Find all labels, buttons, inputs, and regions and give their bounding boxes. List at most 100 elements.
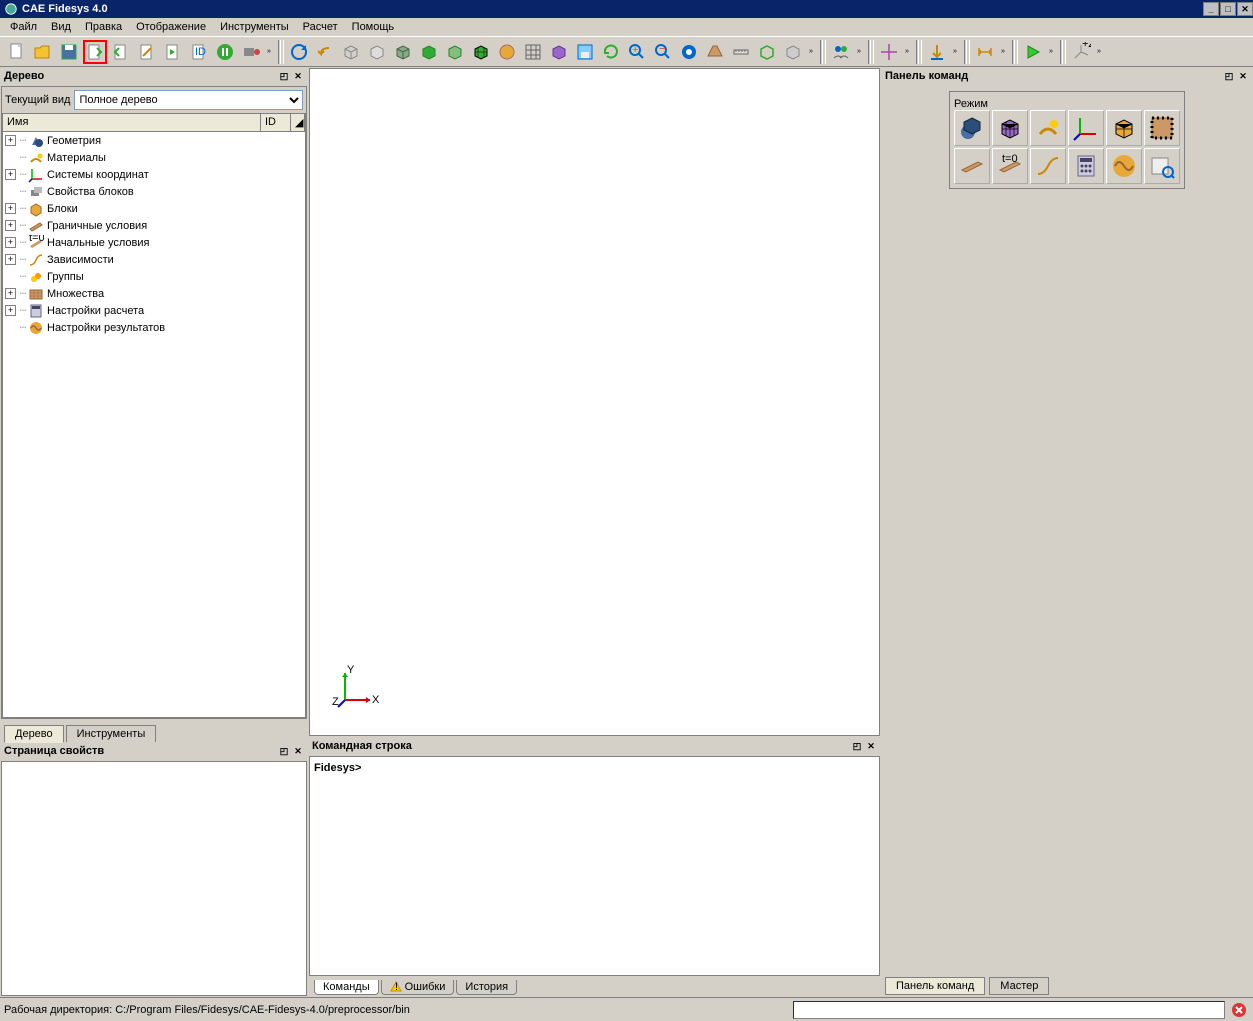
mode-blocks-button[interactable] — [1106, 110, 1142, 146]
cmdtab-errors[interactable]: !Ошибки — [381, 980, 455, 995]
mode-dependency-button[interactable] — [1030, 148, 1066, 184]
record-button[interactable] — [239, 40, 263, 64]
tree-item[interactable]: ┈Группы — [3, 268, 305, 285]
menu-display[interactable]: Отображение — [130, 20, 212, 34]
3d-viewport[interactable]: X Y Z — [309, 68, 880, 736]
menu-file[interactable]: Файл — [4, 20, 43, 34]
tree-filter-select[interactable]: Полное дерево — [74, 90, 303, 110]
tree-item[interactable]: +┈Геометрия — [3, 132, 305, 149]
mesh-green-button[interactable] — [469, 40, 493, 64]
cmdtab-history[interactable]: История — [456, 980, 517, 995]
run-button[interactable] — [1021, 40, 1045, 64]
zoom-in-button[interactable]: + — [625, 40, 649, 64]
expand-icon[interactable]: + — [5, 220, 16, 231]
tree-item[interactable]: ┈Настройки результатов — [3, 319, 305, 336]
cmdline-close-button[interactable]: ✕ — [865, 740, 877, 752]
zoom-out-button[interactable]: − — [651, 40, 675, 64]
refresh-button[interactable] — [599, 40, 623, 64]
tree-item[interactable]: +┈Блоки — [3, 200, 305, 217]
cmdpanel-undock-button[interactable]: ◰ — [1223, 70, 1235, 82]
run-script-button[interactable] — [161, 40, 185, 64]
tree-item[interactable]: ┈Материалы — [3, 149, 305, 166]
toolbar-overflow-4[interactable]: » — [902, 40, 912, 64]
import-button[interactable] — [83, 40, 107, 64]
expand-icon[interactable]: + — [5, 169, 16, 180]
mode-time-button[interactable]: t=0 — [992, 148, 1028, 184]
mode-results-button[interactable] — [1144, 148, 1180, 184]
tree-col-sort[interactable]: ◢ — [291, 114, 305, 131]
cmdline-undock-button[interactable]: ◰ — [851, 740, 863, 752]
new-file-button[interactable] — [5, 40, 29, 64]
mode-materials-button[interactable] — [1030, 110, 1066, 146]
rtab-wizard[interactable]: Мастер — [989, 977, 1049, 995]
rotate-button[interactable] — [287, 40, 311, 64]
users-button[interactable] — [829, 40, 853, 64]
mode-bc-button[interactable] — [1144, 110, 1180, 146]
mode-mesh-button[interactable] — [992, 110, 1028, 146]
toolbar-overflow-6[interactable]: » — [998, 40, 1008, 64]
ruler-button[interactable] — [729, 40, 753, 64]
mode-coords-button[interactable] — [1068, 110, 1104, 146]
toolbar-overflow-7[interactable]: » — [1046, 40, 1056, 64]
menu-calc[interactable]: Расчет — [297, 20, 344, 34]
green-wire-button[interactable] — [755, 40, 779, 64]
tree-col-name[interactable]: Имя — [3, 114, 261, 131]
cmdtab-commands[interactable]: Команды — [314, 980, 379, 995]
pause-button[interactable] — [213, 40, 237, 64]
open-file-button[interactable] — [31, 40, 55, 64]
save-button[interactable] — [57, 40, 81, 64]
tab-tree[interactable]: Дерево — [4, 725, 64, 743]
maximize-button[interactable]: □ — [1220, 2, 1236, 16]
tree-body[interactable]: +┈Геометрия┈Материалы+┈Системы координат… — [2, 132, 306, 718]
tab-tools[interactable]: Инструменты — [66, 725, 157, 742]
sphere-button[interactable] — [495, 40, 519, 64]
id-button[interactable]: ID — [187, 40, 211, 64]
tree-item[interactable]: +┈Зависимости — [3, 251, 305, 268]
dimension-button[interactable] — [973, 40, 997, 64]
cmdpanel-close-button[interactable]: ✕ — [1237, 70, 1249, 82]
menu-view[interactable]: Вид — [45, 20, 77, 34]
props-undock-button[interactable]: ◰ — [278, 745, 290, 757]
clip-button[interactable] — [573, 40, 597, 64]
export-button[interactable] — [109, 40, 133, 64]
toolbar-overflow-5[interactable]: » — [950, 40, 960, 64]
expand-icon[interactable]: + — [5, 288, 16, 299]
status-input[interactable] — [793, 1001, 1225, 1019]
crosshair-button[interactable] — [877, 40, 901, 64]
edit-script-button[interactable] — [135, 40, 159, 64]
expand-icon[interactable]: + — [5, 135, 16, 146]
solid-green-button[interactable] — [417, 40, 441, 64]
mode-ic-button[interactable] — [954, 148, 990, 184]
tree-item[interactable]: +┈Системы координат — [3, 166, 305, 183]
tree-item[interactable]: +┈Множества — [3, 285, 305, 302]
undo-button[interactable] — [313, 40, 337, 64]
toolbar-overflow-8[interactable]: » — [1094, 40, 1104, 64]
status-stop-button[interactable] — [1229, 1001, 1249, 1019]
tree-item[interactable]: +┈Настройки расчета — [3, 302, 305, 319]
shaded-button[interactable] — [391, 40, 415, 64]
tree-col-id[interactable]: ID — [261, 114, 291, 131]
minimize-button[interactable]: _ — [1203, 2, 1219, 16]
expand-icon[interactable]: + — [5, 254, 16, 265]
axes-z-button[interactable]: +Z — [1069, 40, 1093, 64]
menu-edit[interactable]: Правка — [79, 20, 128, 34]
gray-cube-button[interactable] — [781, 40, 805, 64]
mode-geometry-button[interactable] — [954, 110, 990, 146]
zoom-fit-button[interactable] — [677, 40, 701, 64]
tree-item[interactable]: +┈t=0Начальные условия — [3, 234, 305, 251]
tree-close-button[interactable]: ✕ — [292, 70, 304, 82]
perspective-button[interactable] — [703, 40, 727, 64]
transparent-button[interactable] — [443, 40, 467, 64]
menu-tools[interactable]: Инструменты — [214, 20, 295, 34]
expand-icon[interactable]: + — [5, 305, 16, 316]
purple-cube-button[interactable] — [547, 40, 571, 64]
menu-help[interactable]: Помощь — [346, 20, 401, 34]
toolbar-overflow-1[interactable]: » — [264, 40, 274, 64]
mode-calc-settings-button[interactable] — [1068, 148, 1104, 184]
close-button[interactable]: ✕ — [1237, 2, 1253, 16]
tree-item[interactable]: +┈Граничные условия — [3, 217, 305, 234]
mode-wave-button[interactable] — [1106, 148, 1142, 184]
hidden-line-button[interactable] — [365, 40, 389, 64]
tree-undock-button[interactable]: ◰ — [278, 70, 290, 82]
expand-icon[interactable]: + — [5, 203, 16, 214]
